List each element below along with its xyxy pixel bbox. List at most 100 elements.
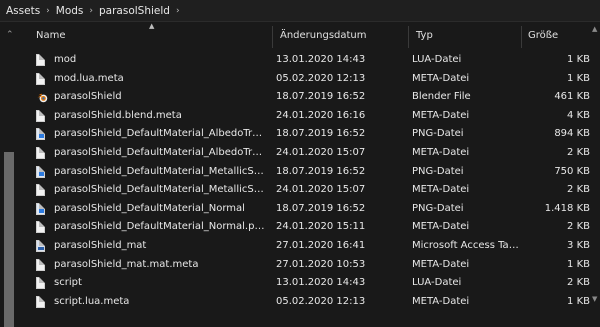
file-type: LUA-Datei bbox=[412, 54, 462, 65]
file-type: META-Datei bbox=[412, 221, 470, 233]
file-row[interactable]: parasolShield.blend.meta 24.01.2020 16:16… bbox=[22, 107, 600, 126]
file-row[interactable]: script 13.01.2020 14:43 LUA-Datei 2 KB bbox=[22, 274, 600, 293]
document-icon bbox=[36, 295, 48, 309]
file-size: 2 KB bbox=[567, 146, 590, 158]
file-date: 27.01.2020 10:53 bbox=[276, 258, 366, 270]
access-table-icon bbox=[36, 239, 48, 253]
chevron-right-icon[interactable]: › bbox=[89, 6, 93, 16]
file-row[interactable]: parasolShield_DefaultMaterial_MetallicSm… bbox=[22, 181, 600, 200]
document-icon bbox=[36, 277, 48, 290]
scroll-up-icon[interactable]: ▲ bbox=[592, 25, 597, 33]
image-icon bbox=[36, 128, 48, 141]
chevron-up-icon[interactable]: ⌃ bbox=[6, 30, 14, 40]
file-name: script bbox=[54, 277, 82, 289]
file-size: 3 KB bbox=[567, 239, 590, 251]
breadcrumb-item-assets[interactable]: Assets bbox=[6, 5, 40, 17]
file-row[interactable]: parasolShield_mat 27.01.2020 16:41 Microso… bbox=[22, 237, 600, 256]
image-icon bbox=[36, 202, 48, 216]
file-date: 05.02.2020 12:13 bbox=[276, 295, 366, 307]
file-type: META-Datei bbox=[412, 258, 470, 270]
file-row[interactable]: mod.lua.meta 05.02.2020 12:13 META-Datei 1 … bbox=[22, 70, 600, 89]
file-row[interactable]: script.lua.meta 05.02.2020 12:13 META-Date… bbox=[22, 293, 600, 312]
file-name: parasolShield_DefaultMaterial_Normal.png… bbox=[54, 221, 266, 233]
file-list: mod 13.01.2020 14:43 LUA-Datei 1 KB mod.lua.… bbox=[22, 51, 600, 311]
document-icon bbox=[36, 54, 48, 67]
file-type: META-Datei bbox=[412, 109, 470, 121]
file-date: 24.01.2020 15:11 bbox=[276, 221, 366, 233]
file-size: 1.418 KB bbox=[544, 202, 590, 214]
file-name: mod bbox=[54, 54, 77, 65]
file-type: PNG-Datei bbox=[412, 202, 464, 214]
file-type: Blender File bbox=[412, 91, 471, 103]
file-name: parasolShield_mat bbox=[54, 239, 147, 251]
file-date: 24.01.2020 15:07 bbox=[276, 184, 366, 196]
column-header-name[interactable]: Name bbox=[36, 23, 66, 49]
file-type: PNG-Datei bbox=[412, 165, 464, 177]
file-row[interactable]: parasolShield_mat.mat.meta 27.01.2020 10:… bbox=[22, 256, 600, 275]
document-icon bbox=[36, 146, 48, 160]
file-row[interactable]: parasolShield_DefaultMaterial_Normal 18.0… bbox=[22, 200, 600, 219]
file-row[interactable]: parasolShield_DefaultMaterial_AlbedoTran… bbox=[22, 125, 600, 144]
file-type: META-Datei bbox=[412, 146, 470, 158]
file-date: 05.02.2020 12:13 bbox=[276, 72, 366, 84]
file-row[interactable]: mod 13.01.2020 14:43 LUA-Datei 1 KB bbox=[22, 51, 600, 70]
breadcrumb-item-parasolshield[interactable]: parasolShield bbox=[99, 5, 170, 17]
file-date: 18.07.2019 16:52 bbox=[276, 128, 366, 140]
file-type: LUA-Datei bbox=[412, 277, 462, 289]
file-name: parasolShield_mat.mat.meta bbox=[54, 258, 199, 270]
file-type: PNG-Datei bbox=[412, 128, 464, 140]
breadcrumb-item-mods[interactable]: Mods bbox=[56, 5, 84, 17]
file-size: 2 KB bbox=[567, 277, 590, 289]
file-date: 13.01.2020 14:43 bbox=[276, 54, 366, 65]
file-size: 1 KB bbox=[567, 258, 590, 270]
breadcrumb: Assets › Mods › parasolShield › bbox=[0, 0, 600, 22]
chevron-right-icon[interactable]: › bbox=[46, 6, 50, 16]
file-row[interactable]: parasolShield_DefaultMaterial_MetallicSm… bbox=[22, 163, 600, 182]
scroll-down-icon[interactable]: ▼ bbox=[592, 295, 597, 303]
file-size: 1 KB bbox=[567, 54, 590, 65]
blender-icon bbox=[36, 91, 48, 104]
file-name: parasolShield_DefaultMaterial_MetallicSm… bbox=[54, 165, 266, 177]
file-date: 27.01.2020 16:41 bbox=[276, 239, 366, 251]
file-name: parasolShield bbox=[54, 91, 122, 103]
column-divider[interactable] bbox=[408, 26, 409, 48]
column-header-type[interactable]: Typ bbox=[416, 23, 433, 49]
file-size: 4 KB bbox=[567, 109, 590, 121]
document-icon bbox=[36, 72, 48, 86]
navigation-scrollbar[interactable] bbox=[4, 152, 14, 327]
file-type: META-Datei bbox=[412, 295, 470, 307]
file-row[interactable]: parasolShield_DefaultMaterial_Normal.png… bbox=[22, 218, 600, 237]
file-type: META-Datei bbox=[412, 184, 470, 196]
chevron-right-icon[interactable]: › bbox=[176, 6, 180, 16]
file-size: 2 KB bbox=[567, 221, 590, 233]
file-type: Microsoft Access Tabl... bbox=[412, 239, 524, 251]
file-size: 1 KB bbox=[567, 72, 590, 84]
column-divider[interactable] bbox=[272, 26, 273, 48]
document-icon bbox=[36, 109, 48, 123]
file-size: 894 KB bbox=[554, 128, 590, 140]
column-header-size[interactable]: Größe bbox=[528, 23, 558, 49]
file-row[interactable]: parasolShield_DefaultMaterial_AlbedoTran… bbox=[22, 144, 600, 163]
column-divider[interactable] bbox=[521, 26, 522, 48]
image-icon bbox=[36, 165, 48, 179]
file-name: parasolShield_DefaultMaterial_AlbedoTran… bbox=[54, 128, 266, 140]
navigation-pane: ⌃ bbox=[0, 22, 20, 327]
file-name: parasolShield_DefaultMaterial_MetallicSm… bbox=[54, 184, 266, 196]
file-size: 461 KB bbox=[554, 91, 590, 103]
file-row[interactable]: parasolShield 18.07.2019 16:52 Blender Fil… bbox=[22, 88, 600, 107]
file-date: 18.07.2019 16:52 bbox=[276, 91, 366, 103]
file-name: parasolShield_DefaultMaterial_Normal bbox=[54, 202, 245, 214]
file-name: parasolShield.blend.meta bbox=[54, 109, 182, 121]
document-icon bbox=[36, 184, 48, 197]
column-header-row: ▲ Name Änderungsdatum Typ Größe bbox=[22, 22, 600, 49]
column-header-date[interactable]: Änderungsdatum bbox=[280, 23, 367, 49]
file-size: 1 KB bbox=[567, 295, 590, 307]
file-date: 13.01.2020 14:43 bbox=[276, 277, 366, 289]
file-size: 2 KB bbox=[567, 184, 590, 196]
vertical-scrollbar[interactable]: ▲ ▼ bbox=[590, 23, 600, 305]
file-date: 18.07.2019 16:52 bbox=[276, 165, 366, 177]
document-icon bbox=[36, 221, 48, 234]
file-name: script.lua.meta bbox=[54, 295, 130, 307]
document-icon bbox=[36, 258, 48, 272]
file-name: mod.lua.meta bbox=[54, 72, 124, 84]
